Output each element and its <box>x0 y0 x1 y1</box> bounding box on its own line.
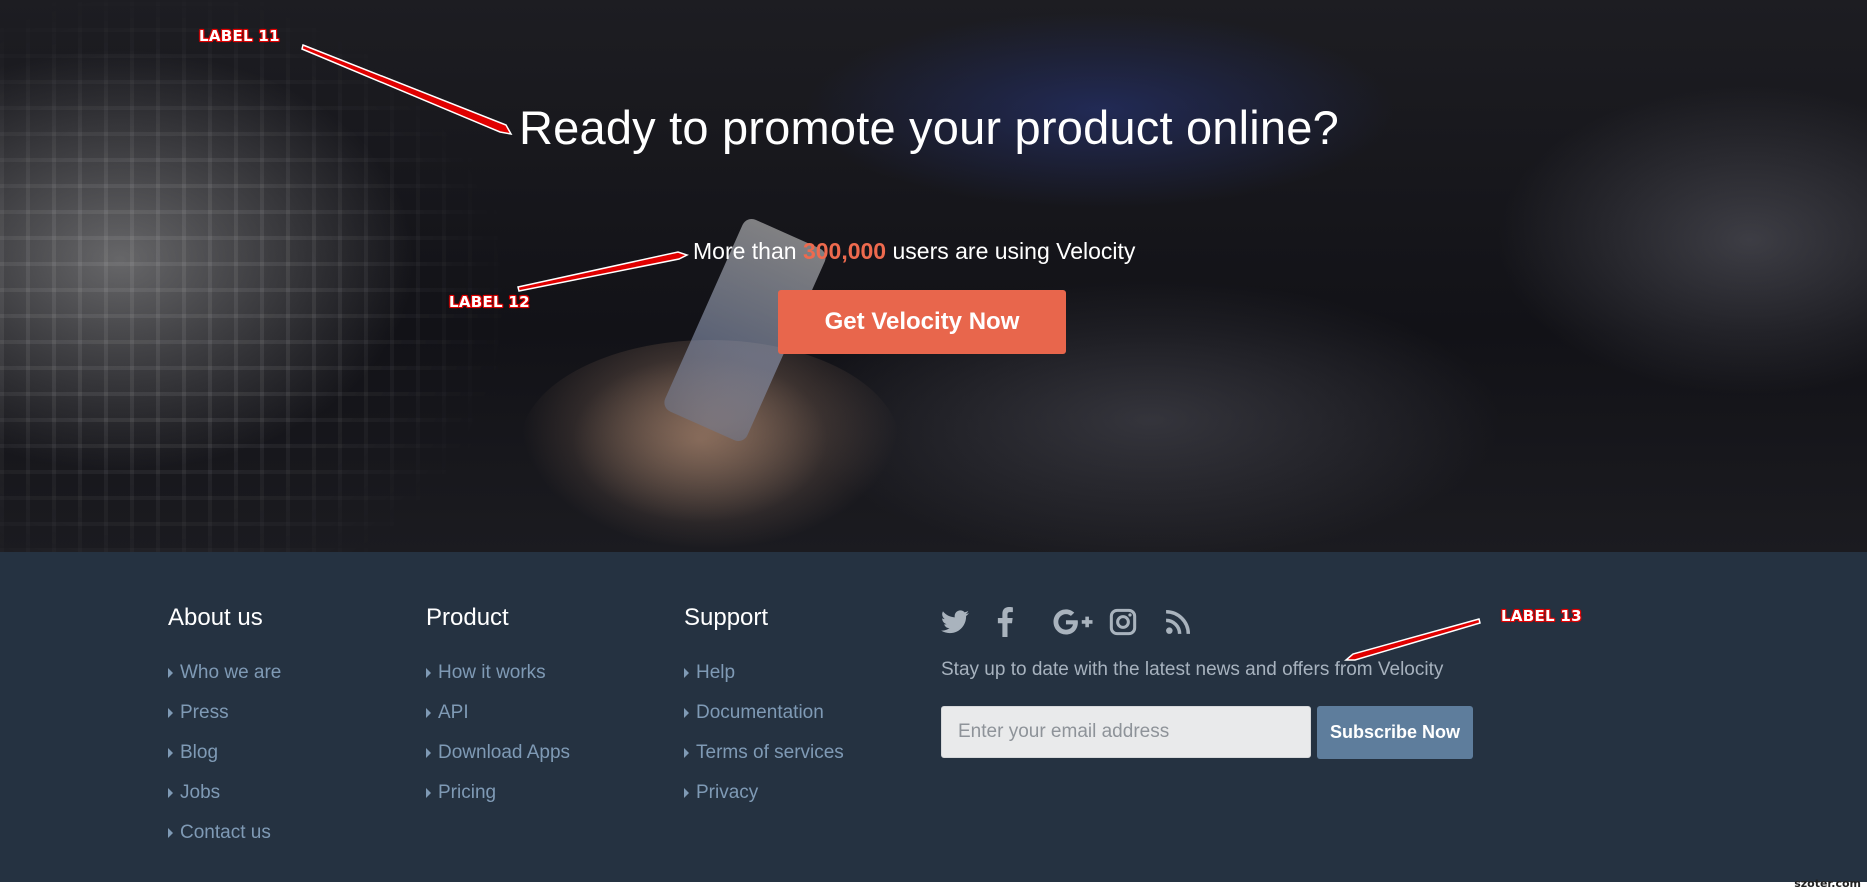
footer-link-help[interactable]: Help <box>684 653 844 693</box>
hero-section: Ready to promote your product online? Mo… <box>0 0 1867 552</box>
caret-right-icon <box>426 788 431 798</box>
watermark: szoter.com <box>1794 877 1861 890</box>
get-velocity-button[interactable]: Get Velocity Now <box>778 290 1066 354</box>
footer-list-support: Help Documentation Terms of services Pri… <box>684 653 844 813</box>
twitter-icon[interactable] <box>941 604 997 640</box>
user-count-highlight: 300,000 <box>802 238 887 264</box>
footer-link-how-it-works[interactable]: How it works <box>426 653 570 693</box>
annotation-label-11: LABEL 11 <box>199 27 280 45</box>
footer-link-contact-us[interactable]: Contact us <box>168 813 281 853</box>
hero-title: Ready to promote your product online? <box>519 101 1339 154</box>
caret-right-icon <box>426 668 431 678</box>
facebook-icon[interactable] <box>997 604 1053 640</box>
caret-right-icon <box>684 668 689 678</box>
footer-heading-support: Support <box>684 604 769 631</box>
footer-link-pricing[interactable]: Pricing <box>426 773 570 813</box>
social-icons <box>941 604 1221 640</box>
caret-right-icon <box>426 708 431 718</box>
google-plus-icon[interactable] <box>1053 604 1109 640</box>
rss-icon[interactable] <box>1165 604 1221 640</box>
footer-heading-about: About us <box>168 604 263 631</box>
footer-heading-product: Product <box>426 604 509 631</box>
caret-right-icon <box>168 708 173 718</box>
footer-link-jobs[interactable]: Jobs <box>168 773 281 813</box>
footer-link-download-apps[interactable]: Download Apps <box>426 733 570 773</box>
caret-right-icon <box>168 668 173 678</box>
footer-link-api[interactable]: API <box>426 693 570 733</box>
hero-subtitle-prefix: More than <box>693 238 803 264</box>
caret-right-icon <box>168 748 173 758</box>
footer-column-about: About us Who we are Press Blog Jobs Cont… <box>168 604 281 853</box>
annotation-label-13: LABEL 13 <box>1501 607 1582 625</box>
footer-column-product: Product How it works API Download Apps P… <box>426 604 570 813</box>
footer-link-press[interactable]: Press <box>168 693 281 733</box>
caret-right-icon <box>168 828 173 838</box>
annotation-label-12: LABEL 12 <box>449 293 530 311</box>
instagram-icon[interactable] <box>1109 604 1165 640</box>
caret-right-icon <box>684 708 689 718</box>
footer-link-blog[interactable]: Blog <box>168 733 281 773</box>
footer: About us Who we are Press Blog Jobs Cont… <box>0 552 1867 882</box>
hero-subtitle-suffix: users are using Velocity <box>886 238 1136 264</box>
footer-list-product: How it works API Download Apps Pricing <box>426 653 570 813</box>
subscribe-button[interactable]: Subscribe Now <box>1317 706 1473 759</box>
email-field[interactable] <box>941 706 1311 758</box>
hero-subtitle: More than 300,000 users are using Veloci… <box>693 238 1135 265</box>
caret-right-icon <box>168 788 173 798</box>
footer-link-who-we-are[interactable]: Who we are <box>168 653 281 693</box>
newsletter-text: Stay up to date with the latest news and… <box>941 659 1444 680</box>
hero-background-shirt <box>0 0 520 552</box>
footer-link-privacy[interactable]: Privacy <box>684 773 844 813</box>
footer-link-documentation[interactable]: Documentation <box>684 693 844 733</box>
footer-link-terms-of-services[interactable]: Terms of services <box>684 733 844 773</box>
caret-right-icon <box>684 748 689 758</box>
caret-right-icon <box>426 748 431 758</box>
footer-list-about: Who we are Press Blog Jobs Contact us <box>168 653 281 853</box>
footer-column-support: Support Help Documentation Terms of serv… <box>684 604 844 813</box>
caret-right-icon <box>684 788 689 798</box>
